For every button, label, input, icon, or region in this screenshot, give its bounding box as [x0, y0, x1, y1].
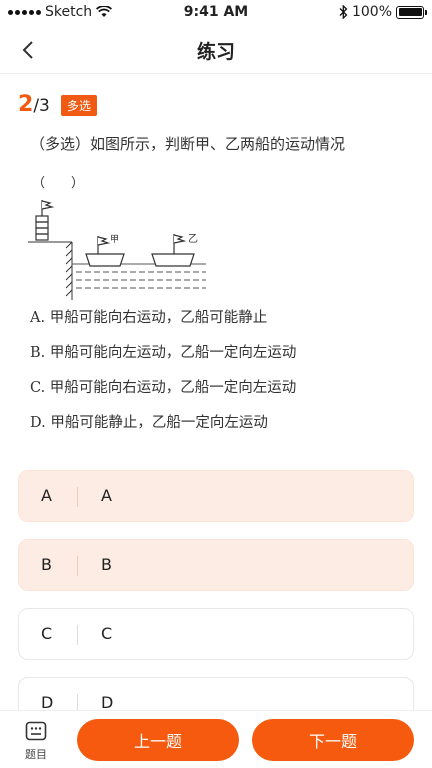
question-counter: 2 / 3	[18, 92, 50, 117]
status-bar: Sketch 9:41 AM 100%	[0, 0, 432, 26]
status-right: 100%	[339, 4, 427, 20]
shore	[28, 241, 73, 300]
answer-text: A	[101, 486, 112, 505]
answer-option-c[interactable]: C C	[18, 608, 414, 660]
question-list-button[interactable]: 题目	[16, 721, 56, 762]
battery-icon	[396, 5, 427, 19]
battery-percent: 100%	[351, 4, 392, 20]
prev-question-button[interactable]: 上一题	[77, 719, 239, 761]
option-a-text: A. 甲船可能向右运动，乙船可能静止	[30, 310, 268, 326]
answer-option-a[interactable]: A A	[18, 470, 414, 522]
tower-with-flag	[35, 200, 55, 241]
divider	[77, 556, 78, 576]
option-d-text: D. 甲船可能静止，乙船一定向左运动	[30, 415, 268, 431]
option-c-text: C. 甲船可能向右运动，乙船一定向左运动	[30, 380, 297, 396]
option-list: A. 甲船可能向右运动，乙船可能静止 B. 甲船可能向左运动，乙船一定向左运动 …	[30, 306, 296, 446]
bluetooth-icon	[339, 5, 348, 19]
question-current: 2	[18, 92, 34, 117]
next-question-button[interactable]: 下一题	[252, 719, 414, 761]
nav-bar: 练习	[0, 26, 432, 74]
answer-option-b[interactable]: B B	[18, 539, 414, 591]
question-list-label: 题目	[25, 748, 47, 761]
question-total: 3	[39, 96, 50, 116]
answer-text: B	[101, 555, 112, 574]
question-list-icon	[25, 721, 47, 741]
question-type-badge: 多选	[61, 95, 98, 116]
question-text: （多选）如图所示，判断甲、乙两船的运动情况	[30, 135, 346, 153]
answer-letter: B	[41, 555, 52, 574]
divider	[77, 487, 78, 507]
answer-blank: （ ）	[32, 176, 85, 191]
answer-text: C	[101, 624, 113, 643]
page-title: 练习	[196, 41, 235, 63]
answer-letter: A	[41, 486, 52, 505]
water	[72, 263, 206, 289]
boat-b-label: 乙	[188, 233, 198, 245]
question-figure: 甲 乙	[28, 200, 206, 300]
boat-a-label: 甲	[110, 234, 119, 245]
option-b-text: B. 甲船可能向左运动，乙船一定向左运动	[30, 345, 297, 361]
answer-letter: C	[41, 624, 53, 643]
bottom-bar: 题目 上一题 下一题	[0, 710, 432, 768]
divider	[77, 625, 78, 645]
